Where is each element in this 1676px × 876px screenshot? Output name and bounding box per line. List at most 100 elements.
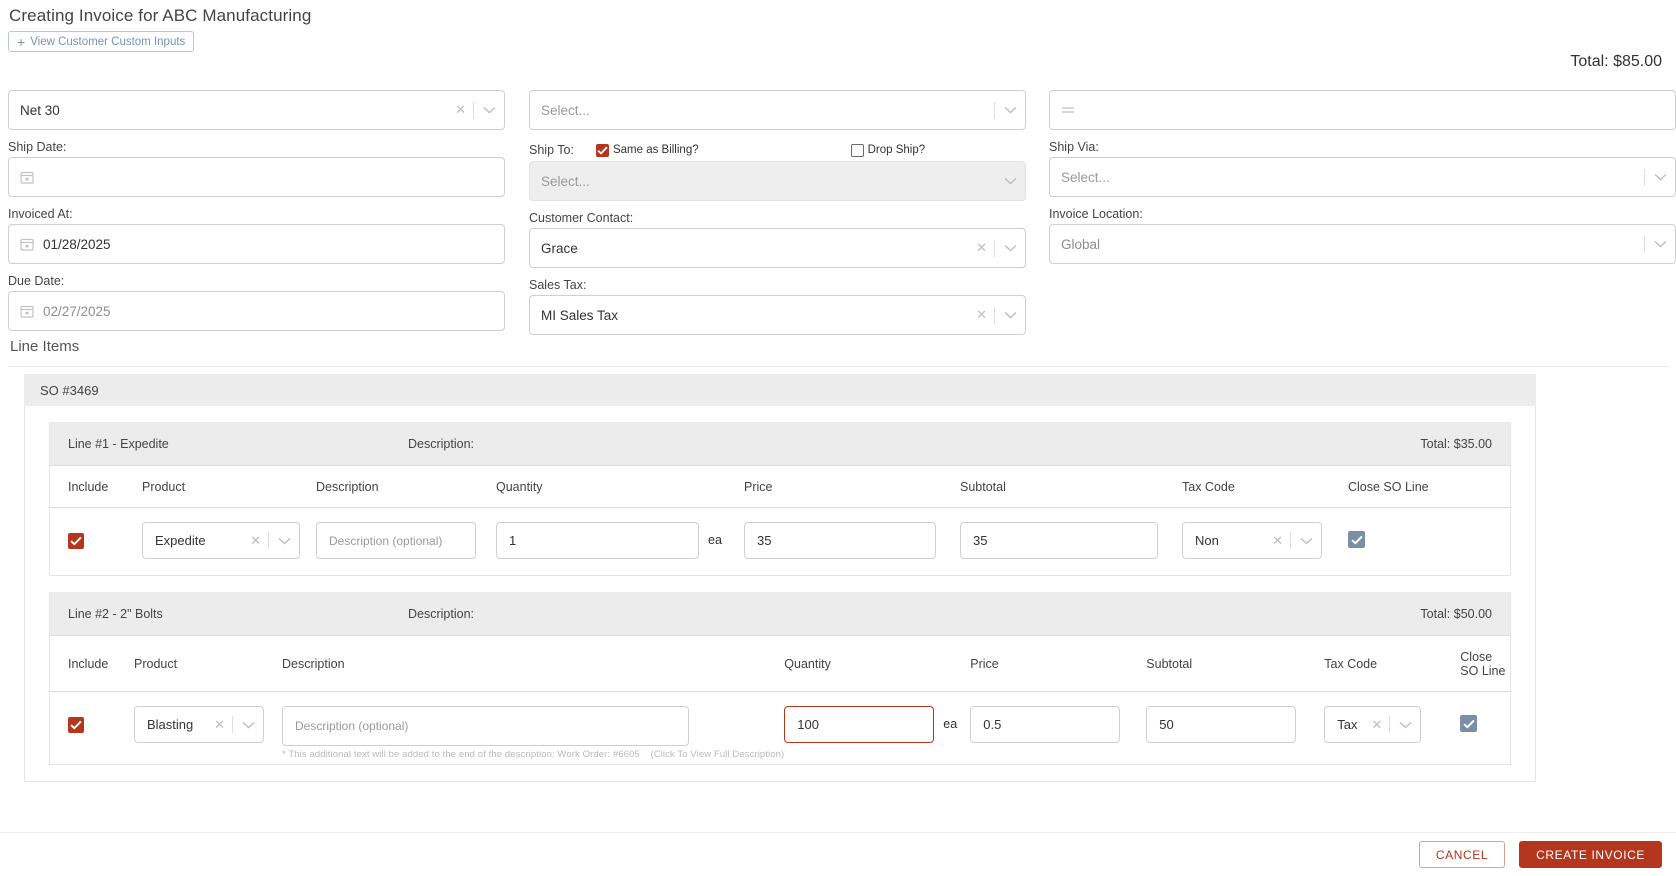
line-item-description-label: Description: xyxy=(408,436,474,451)
same-as-billing-checkbox[interactable] xyxy=(595,143,609,157)
tax-code-cell: Non ✕ xyxy=(1182,508,1348,576)
terms-select[interactable]: Net 30 ✕ xyxy=(8,90,505,130)
invoice-location-select[interactable]: Global xyxy=(1049,224,1676,264)
chevron-down-icon[interactable] xyxy=(1291,537,1321,545)
table-header-row: Include Product Description Quantity Pri… xyxy=(50,466,1510,508)
tax-code-clear-icon[interactable]: ✕ xyxy=(1265,533,1290,549)
ship-to-select[interactable]: Select... xyxy=(529,161,1026,201)
ship-via-group: Ship Via: Select... xyxy=(1049,140,1676,197)
ship-via-select[interactable]: Select... xyxy=(1049,157,1676,197)
price-input[interactable]: 0.5 xyxy=(970,706,1121,743)
subtotal-cell: 50 xyxy=(1146,692,1324,765)
customer-contact-label: Customer Contact: xyxy=(529,211,634,225)
product-select[interactable]: Expedite ✕ xyxy=(142,522,300,559)
line-item-total: Total: $50.00 xyxy=(1420,606,1492,621)
quantity-unit: ea xyxy=(943,717,958,731)
view-customer-custom-inputs-button[interactable]: + View Customer Custom Inputs xyxy=(8,31,195,52)
line-item-name: Line #2 - 2" Bolts xyxy=(68,606,163,621)
chevron-down-icon[interactable] xyxy=(995,106,1025,114)
sales-order-label: SO #3469 xyxy=(40,382,99,398)
customer-contact-value: Grace xyxy=(541,240,578,256)
column-subtotal: Subtotal xyxy=(960,466,1182,508)
customer-contact-select[interactable]: Grace ✕ xyxy=(529,228,1026,268)
drop-ship-checkbox[interactable] xyxy=(850,143,864,157)
calendar-icon xyxy=(20,304,34,318)
description-input[interactable]: Description (optional) xyxy=(316,522,476,559)
customer-contact-clear-icon[interactable]: ✕ xyxy=(969,240,994,256)
product-clear-icon[interactable]: ✕ xyxy=(207,717,232,733)
footer-action-bar: CANCEL CREATE INVOICE xyxy=(0,832,1676,876)
ship-date-input[interactable] xyxy=(8,157,505,197)
tax-code-value: Non xyxy=(1195,533,1219,548)
close-so-line-cell xyxy=(1460,692,1510,765)
line-item-card: Line #1 - Expedite Description: Total: $… xyxy=(49,422,1511,576)
price-input[interactable]: 35 xyxy=(744,522,936,559)
subtotal-input[interactable]: 35 xyxy=(960,522,1158,559)
tax-code-clear-icon[interactable]: ✕ xyxy=(1364,717,1389,733)
product-select[interactable]: Blasting ✕ xyxy=(134,706,264,743)
chevron-down-icon[interactable] xyxy=(1645,240,1675,248)
include-checkbox[interactable] xyxy=(68,717,84,733)
include-cell xyxy=(50,508,142,576)
column-include: Include xyxy=(50,466,142,508)
sales-tax-clear-icon[interactable]: ✕ xyxy=(969,307,994,323)
description-placeholder: Description (optional) xyxy=(329,533,443,548)
form-column-right: Ship Via: Select... Invoice Location: Gl… xyxy=(1049,90,1676,264)
close-so-line-checkbox[interactable] xyxy=(1460,715,1478,732)
description-placeholder: Description (optional) xyxy=(295,719,409,733)
quantity-input[interactable]: 1 xyxy=(496,522,699,559)
chevron-down-icon[interactable] xyxy=(269,537,299,545)
drop-ship-checkbox-group[interactable]: Drop Ship? xyxy=(850,143,925,157)
price-value: 0.5 xyxy=(983,717,1002,732)
chevron-down-icon[interactable] xyxy=(1390,721,1420,729)
invoiced-at-input[interactable]: 01/28/2025 xyxy=(8,224,505,264)
same-as-billing-checkbox-group[interactable]: Same as Billing? xyxy=(595,143,699,157)
ship-to-row: Ship To: Same as Billing? Drop Ship? xyxy=(529,142,1026,158)
column-tax-code: Tax Code xyxy=(1182,466,1348,508)
chevron-down-icon[interactable] xyxy=(995,244,1025,252)
notes-input[interactable] xyxy=(1049,90,1676,130)
form-column-left: Net 30 ✕ Ship Date: Invoiced At: 01/28/2… xyxy=(8,90,505,331)
cancel-button[interactable]: CANCEL xyxy=(1418,841,1506,868)
column-price: Price xyxy=(970,636,1147,692)
product-value: Expedite xyxy=(155,533,206,548)
quantity-input[interactable]: 100 xyxy=(784,706,935,743)
close-so-line-cell xyxy=(1348,508,1510,576)
tax-code-cell: Tax ✕ xyxy=(1324,692,1460,765)
invoiced-at-label: Invoiced At: xyxy=(8,207,73,221)
quantity-cell: 1 ea xyxy=(496,508,744,576)
create-invoice-button[interactable]: CREATE INVOICE xyxy=(1519,841,1662,868)
table-row: Expedite ✕ Description (optional) 1 ea 3… xyxy=(50,508,1510,576)
sales-tax-label: Sales Tax: xyxy=(529,278,587,292)
form-column-middle: Select... Ship To: Same as Billing? Drop… xyxy=(529,90,1026,335)
subtotal-value: 50 xyxy=(1159,717,1174,732)
view-full-description-link[interactable]: (Click To View Full Description) xyxy=(643,749,785,760)
description-input[interactable]: Description (optional) xyxy=(282,706,689,746)
column-description: Description xyxy=(316,466,496,508)
include-checkbox[interactable] xyxy=(68,533,84,549)
tax-code-select[interactable]: Non ✕ xyxy=(1182,522,1322,559)
product-clear-icon[interactable]: ✕ xyxy=(243,533,268,549)
tax-code-select[interactable]: Tax ✕ xyxy=(1324,706,1422,743)
product-cell: Blasting ✕ xyxy=(134,692,282,765)
chevron-down-icon[interactable] xyxy=(995,311,1025,319)
line-item-header: Line #1 - Expedite Description: Total: $… xyxy=(50,422,1510,466)
price-cell: 0.5 xyxy=(970,692,1146,765)
table-row: Blasting ✕ Description (optional) * This… xyxy=(50,692,1510,765)
invoiced-at-value: 01/28/2025 xyxy=(43,236,111,252)
chevron-down-icon[interactable] xyxy=(474,106,504,114)
line-item-name: Line #1 - Expedite xyxy=(68,436,169,451)
due-date-label: Due Date: xyxy=(8,274,65,288)
terms-clear-icon[interactable]: ✕ xyxy=(448,102,473,118)
close-so-line-checkbox[interactable] xyxy=(1348,531,1365,548)
subtotal-input[interactable]: 50 xyxy=(1146,706,1297,743)
line-item-table: Include Product Description Quantity Pri… xyxy=(50,636,1510,764)
billing-address-select[interactable]: Select... xyxy=(529,90,1026,130)
column-include: Include xyxy=(50,636,134,692)
chevron-down-icon[interactable] xyxy=(995,177,1025,185)
chevron-down-icon[interactable] xyxy=(233,721,263,729)
sales-tax-select[interactable]: MI Sales Tax ✕ xyxy=(529,295,1026,335)
chevron-down-icon[interactable] xyxy=(1645,173,1675,181)
ship-date-label: Ship Date: xyxy=(8,140,67,154)
due-date-input[interactable]: 02/27/2025 xyxy=(8,291,505,331)
